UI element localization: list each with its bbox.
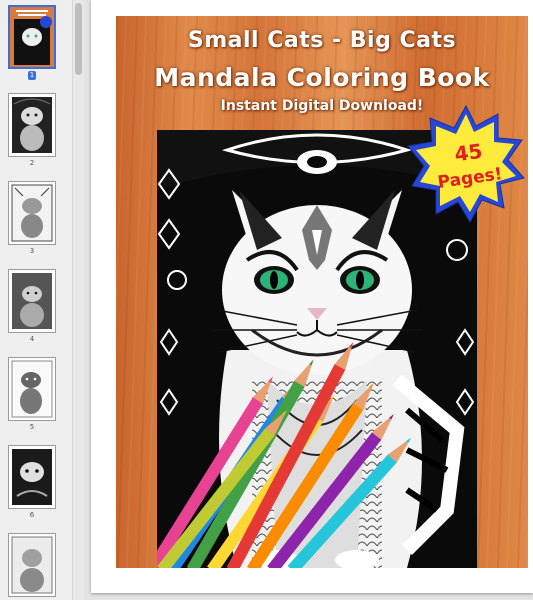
page-number-3: 3 <box>29 247 35 255</box>
badge-count-text: 45 <box>453 139 484 167</box>
page-thumbnail-2[interactable] <box>8 93 56 157</box>
page-3-thumbnail-image <box>11 184 53 242</box>
page-2-thumbnail-image <box>12 97 52 153</box>
page-number-1: 1 <box>28 71 36 80</box>
page-count-badge: 45 Pages! <box>406 104 526 224</box>
document-page: Small Cats - Big Cats Mandala Coloring B… <box>91 0 533 593</box>
star-burst-badge: 45 Pages! <box>407 104 525 224</box>
cover-thumbnail-image <box>10 7 54 67</box>
thumbnail-sidebar: 1 2 3 4 5 6 <box>0 0 72 600</box>
page-thumbnail-4[interactable] <box>8 269 56 333</box>
page-number-2: 2 <box>29 159 35 167</box>
page-thumbnail-6[interactable] <box>8 445 56 509</box>
page-thumbnail-3[interactable] <box>8 181 56 245</box>
cover-title-line-2: Mandala Coloring Book <box>154 63 490 92</box>
page-thumbnail-1[interactable] <box>8 5 56 69</box>
sidebar-scrollbar[interactable] <box>72 0 84 600</box>
document-viewer: Small Cats - Big Cats Mandala Coloring B… <box>84 0 533 600</box>
book-cover: Small Cats - Big Cats Mandala Coloring B… <box>116 16 528 568</box>
page-thumbnail-5[interactable] <box>8 357 56 421</box>
page-6-thumbnail-image <box>12 449 52 505</box>
page-thumbnail-7[interactable] <box>8 533 56 597</box>
page-number-6: 6 <box>29 511 35 519</box>
cover-title-line-1: Small Cats - Big Cats <box>187 28 457 53</box>
page-4-thumbnail-image <box>12 273 52 329</box>
sidebar-scrollbar-thumb[interactable] <box>75 3 82 75</box>
page-number-4: 4 <box>29 335 35 343</box>
page-number-5: 5 <box>29 423 35 431</box>
page-5-thumbnail-image <box>11 360 53 418</box>
page-7-thumbnail-image <box>11 536 53 594</box>
